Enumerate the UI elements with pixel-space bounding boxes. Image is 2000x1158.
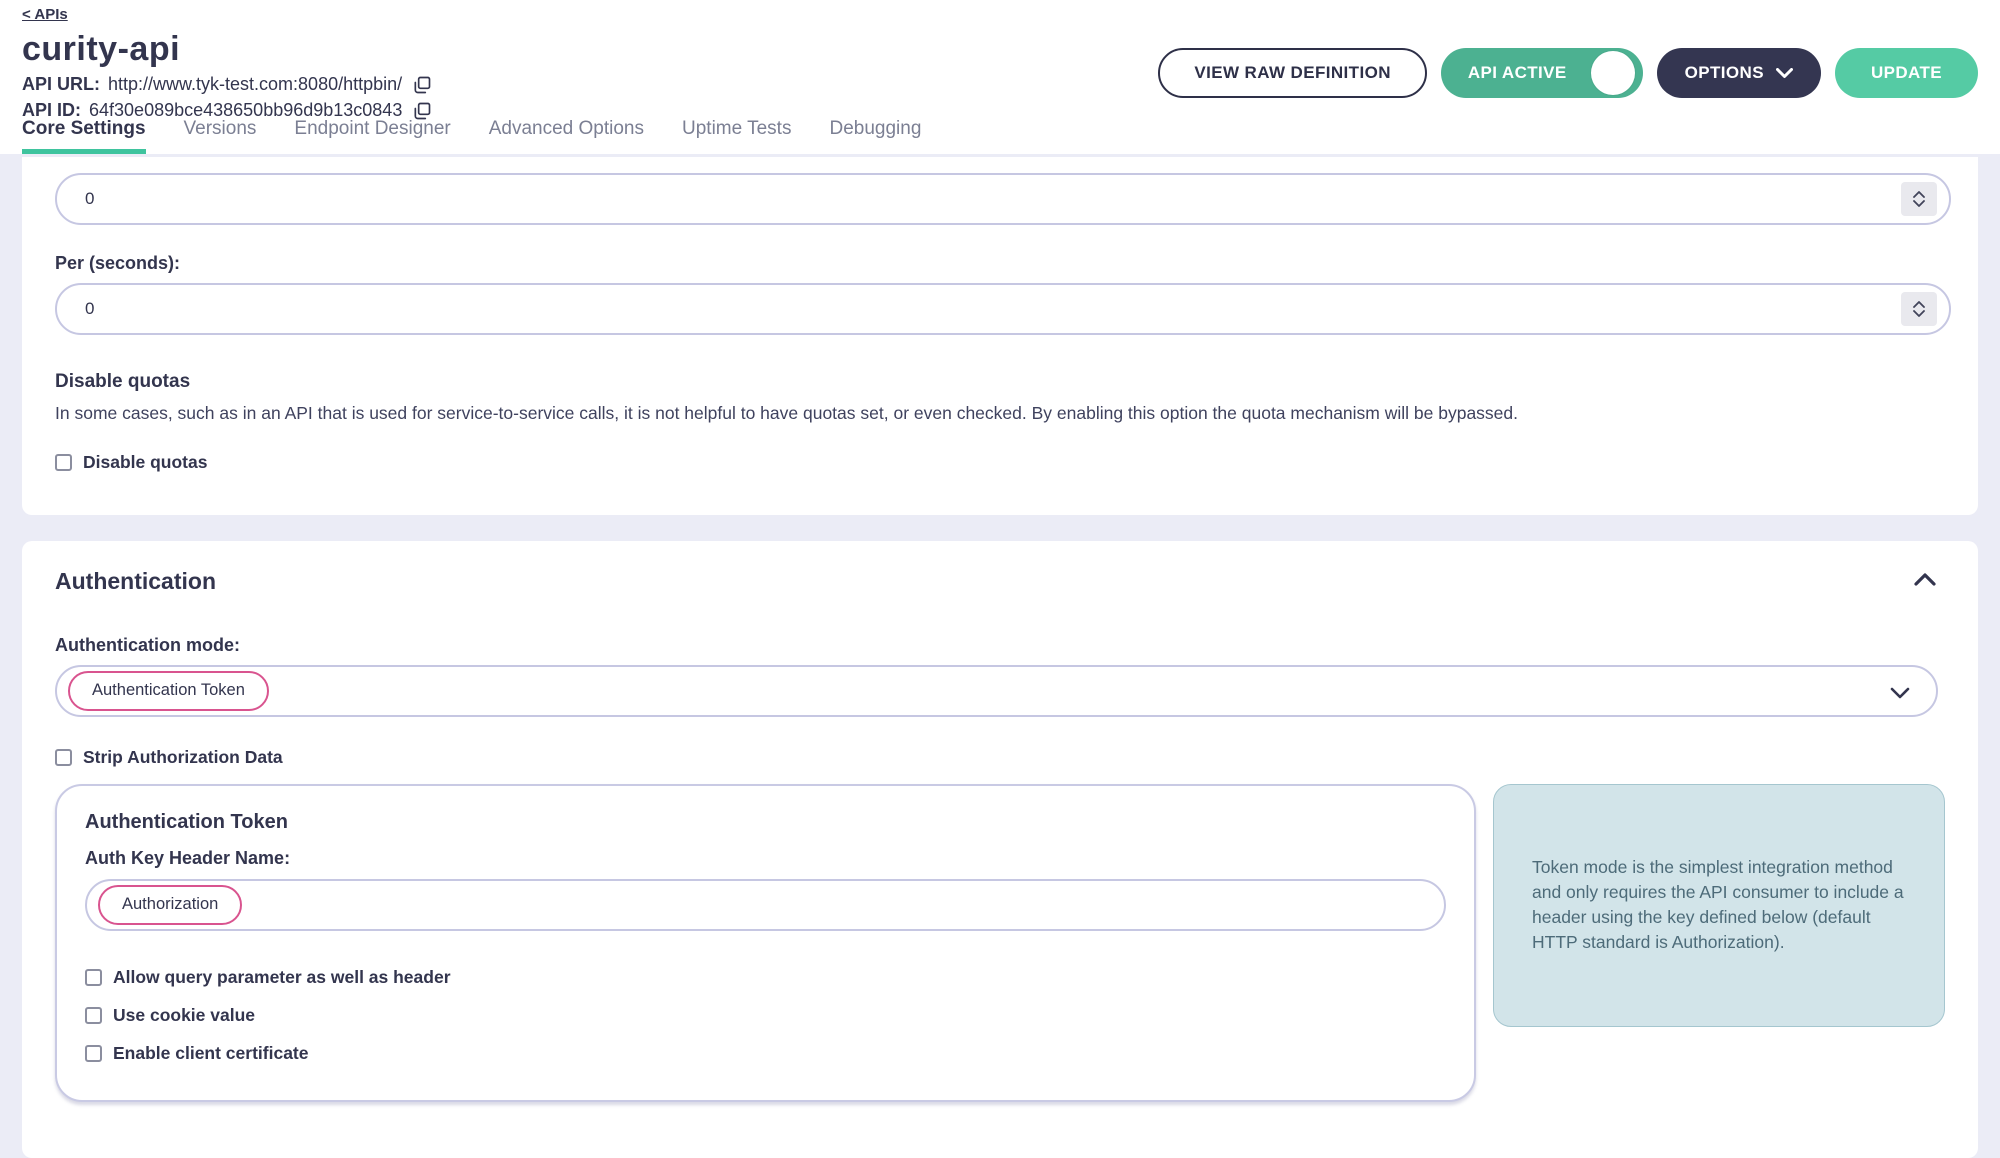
view-raw-definition-button[interactable]: VIEW RAW DEFINITION	[1158, 48, 1426, 98]
per-seconds-input[interactable]	[55, 283, 1951, 335]
auth-key-header-field[interactable]: Authorization	[85, 879, 1446, 931]
disable-quotas-description: In some cases, such as in an API that is…	[55, 402, 1951, 426]
auth-mode-label: Authentication mode:	[55, 635, 1938, 656]
chevron-up-icon[interactable]	[1914, 573, 1936, 586]
disable-quotas-checkbox-row[interactable]: Disable quotas	[55, 452, 1951, 473]
auth-token-options: Allow query parameter as well as header …	[85, 967, 1446, 1064]
authentication-heading: Authentication	[55, 568, 1938, 595]
auth-token-heading: Authentication Token	[85, 811, 1446, 834]
auth-mode-selected-pill: Authentication Token	[68, 671, 269, 711]
api-url-label: API URL:	[22, 74, 100, 95]
use-cookie-value-checkbox[interactable]	[85, 1007, 102, 1024]
api-active-label: API ACTIVE	[1468, 63, 1567, 83]
breadcrumb-back-to-apis[interactable]: < APIs	[22, 6, 68, 23]
copy-icon[interactable]	[412, 75, 432, 95]
options-label: OPTIONS	[1685, 63, 1764, 83]
allow-query-param-checkbox[interactable]	[85, 969, 102, 986]
chevron-down-icon	[1776, 68, 1793, 79]
auth-key-header-label: Auth Key Header Name:	[85, 848, 1446, 869]
rate-limit-card: Per (seconds): Disable quotas In some ca…	[22, 157, 1978, 515]
header-actions: VIEW RAW DEFINITION API ACTIVE OPTIONS U…	[1158, 48, 1978, 98]
auth-key-header-pill: Authorization	[98, 885, 242, 925]
tab-debugging[interactable]: Debugging	[829, 118, 921, 154]
options-button[interactable]: OPTIONS	[1657, 48, 1821, 98]
tab-endpoint-designer[interactable]: Endpoint Designer	[294, 118, 450, 154]
tab-core-settings[interactable]: Core Settings	[22, 118, 146, 154]
allow-query-param-label: Allow query parameter as well as header	[113, 967, 451, 988]
strip-authorization-checkbox-label: Strip Authorization Data	[83, 747, 283, 768]
main-content: Per (seconds): Disable quotas In some ca…	[0, 154, 2000, 1158]
use-cookie-value-checkbox-row[interactable]: Use cookie value	[85, 1005, 1446, 1026]
chevron-down-icon	[1890, 687, 1910, 699]
per-seconds-field	[55, 283, 1951, 335]
strip-authorization-checkbox[interactable]	[55, 749, 72, 766]
enable-client-certificate-label: Enable client certificate	[113, 1043, 309, 1064]
allow-query-param-checkbox-row[interactable]: Allow query parameter as well as header	[85, 967, 1446, 988]
toggle-knob	[1591, 51, 1635, 95]
tab-versions[interactable]: Versions	[184, 118, 257, 154]
enable-client-certificate-checkbox[interactable]	[85, 1045, 102, 1062]
per-seconds-label: Per (seconds):	[55, 253, 1951, 274]
authentication-card: Authentication Authentication mode: Auth…	[22, 541, 1978, 1158]
enable-client-certificate-checkbox-row[interactable]: Enable client certificate	[85, 1043, 1446, 1064]
disable-quotas-checkbox[interactable]	[55, 454, 72, 471]
tab-uptime-tests[interactable]: Uptime Tests	[682, 118, 791, 154]
auth-token-panel: Authentication Token Auth Key Header Nam…	[55, 784, 1476, 1102]
api-active-toggle[interactable]: API ACTIVE	[1441, 48, 1643, 98]
disable-quotas-checkbox-label: Disable quotas	[83, 452, 207, 473]
tab-advanced-options[interactable]: Advanced Options	[489, 118, 644, 154]
use-cookie-value-label: Use cookie value	[113, 1005, 255, 1026]
disable-quotas-heading: Disable quotas	[55, 371, 1951, 393]
update-button[interactable]: UPDATE	[1835, 48, 1978, 98]
page-header: < APIs curity-api API URL: http://www.ty…	[0, 0, 2000, 154]
token-mode-info-text: Token mode is the simplest integration m…	[1532, 855, 1906, 955]
number-stepper-icon[interactable]	[1901, 182, 1937, 216]
auth-mode-select[interactable]: Authentication Token	[55, 665, 1938, 717]
strip-authorization-checkbox-row[interactable]: Strip Authorization Data	[55, 747, 1938, 768]
auth-token-row: Authentication Token Auth Key Header Nam…	[55, 784, 1938, 1102]
rate-input[interactable]	[55, 173, 1951, 225]
rate-field	[55, 173, 1951, 225]
api-url-value: http://www.tyk-test.com:8080/httpbin/	[108, 74, 402, 95]
token-mode-info-box: Token mode is the simplest integration m…	[1493, 784, 1945, 1027]
tab-bar: Core Settings Versions Endpoint Designer…	[22, 118, 921, 154]
number-stepper-icon[interactable]	[1901, 292, 1937, 326]
